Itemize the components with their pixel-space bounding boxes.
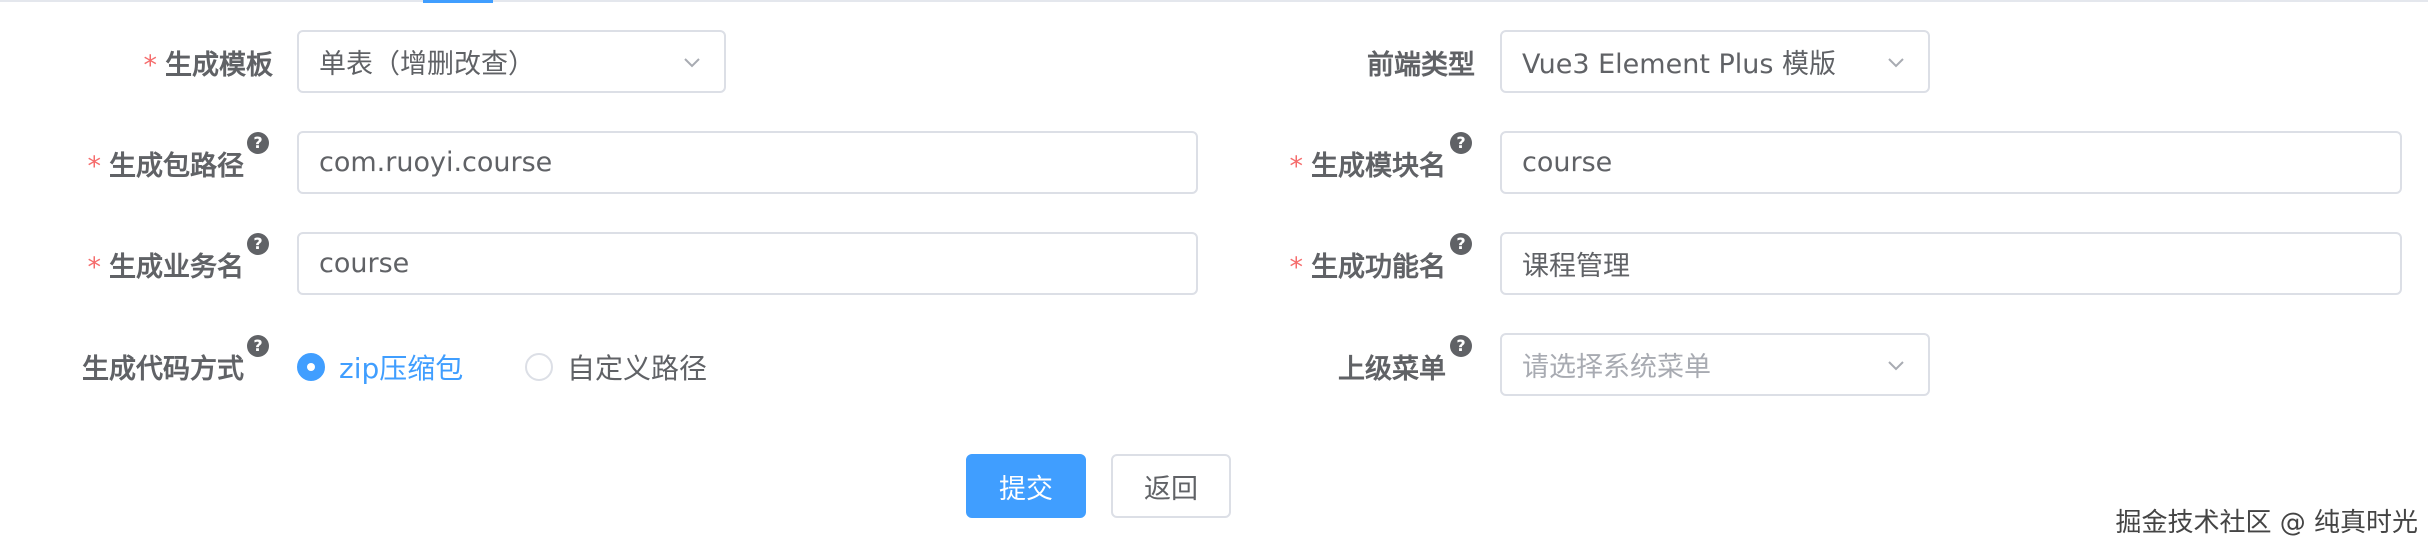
chevron-down-icon: [1884, 353, 1908, 377]
tabs-divider: [0, 0, 2428, 2]
function-name-value: 课程管理: [1522, 251, 1630, 282]
template-select-value: 单表（增删改查）: [319, 49, 535, 80]
back-button[interactable]: 返回: [1111, 454, 1231, 518]
gen-type-radio-zip[interactable]: zip压缩包: [297, 347, 463, 387]
package-path-input[interactable]: com.ruoyi.course: [297, 131, 1198, 194]
gen-type-label: 生成代码方式: [82, 354, 244, 385]
required-mark: *: [87, 252, 102, 283]
required-mark: *: [1289, 151, 1304, 182]
question-circle-icon[interactable]: ?: [1450, 132, 1472, 154]
question-circle-icon[interactable]: ?: [247, 335, 269, 357]
business-name-input[interactable]: course: [297, 232, 1198, 295]
required-mark: *: [143, 50, 158, 81]
gen-type-radio-label: zip压缩包: [339, 352, 464, 385]
package-path-value: com.ruoyi.course: [319, 147, 553, 178]
frontend-type-value: Vue3 Element Plus 模版: [1522, 49, 1837, 80]
radio-checked-icon: [297, 353, 325, 381]
question-circle-icon[interactable]: ?: [247, 233, 269, 255]
frontend-type-label: 前端类型: [1367, 50, 1475, 81]
module-name-input[interactable]: course: [1500, 131, 2402, 194]
gen-type-radio-custom[interactable]: 自定义路径: [525, 347, 707, 387]
package-path-label: * 生成包路径: [87, 151, 245, 182]
active-tab-indicator: [423, 0, 493, 3]
parent-menu-select[interactable]: 请选择系统菜单: [1500, 333, 1930, 396]
parent-menu-placeholder: 请选择系统菜单: [1522, 352, 1711, 383]
module-name-label: * 生成模块名: [1289, 151, 1447, 182]
module-name-value: course: [1522, 147, 1613, 178]
function-name-input[interactable]: 课程管理: [1500, 232, 2402, 295]
chevron-down-icon: [680, 50, 704, 74]
watermark-text: 掘金技术社区 @ 纯真时光: [2115, 508, 2418, 538]
parent-menu-label: 上级菜单: [1338, 354, 1446, 385]
template-select[interactable]: 单表（增删改查）: [297, 30, 726, 93]
frontend-type-select[interactable]: Vue3 Element Plus 模版: [1500, 30, 1930, 93]
template-label: * 生成模板: [143, 50, 274, 81]
radio-unchecked-icon: [525, 353, 553, 381]
required-mark: *: [87, 151, 102, 182]
required-mark: *: [1289, 252, 1304, 283]
submit-button[interactable]: 提交: [966, 454, 1086, 518]
business-name-value: course: [319, 248, 410, 279]
question-circle-icon[interactable]: ?: [1450, 233, 1472, 255]
question-circle-icon[interactable]: ?: [1450, 335, 1472, 357]
question-circle-icon[interactable]: ?: [247, 132, 269, 154]
business-name-label: * 生成业务名: [87, 252, 245, 283]
gen-type-radio-label: 自定义路径: [567, 352, 708, 385]
function-name-label: * 生成功能名: [1289, 252, 1447, 283]
chevron-down-icon: [1884, 50, 1908, 74]
